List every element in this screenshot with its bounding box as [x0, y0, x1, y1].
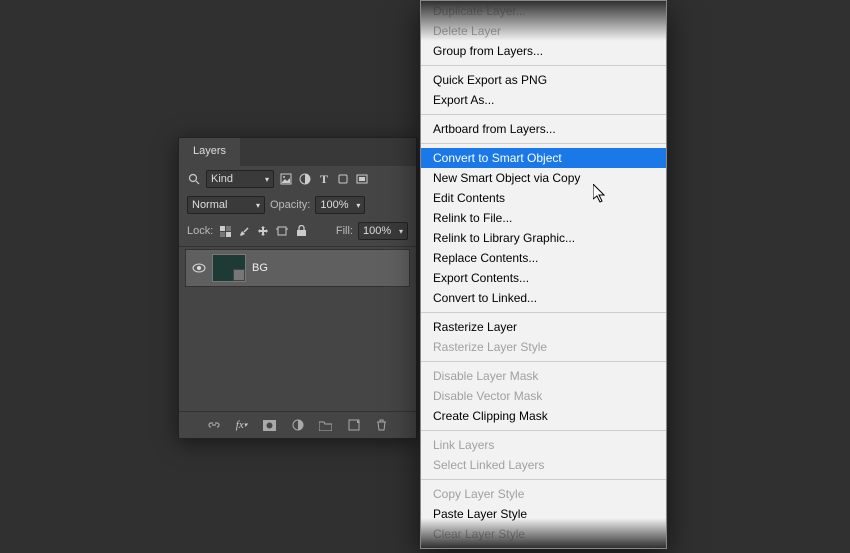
link-icon[interactable]: [207, 418, 221, 432]
filter-shape-icon[interactable]: [336, 172, 350, 186]
context-menu: Duplicate Layer...Delete LayerGroup from…: [420, 0, 667, 549]
menu-item-paste-layer-style[interactable]: Paste Layer Style: [421, 504, 666, 524]
layer-row[interactable]: BG: [185, 249, 410, 287]
lock-brush-icon[interactable]: [237, 224, 251, 238]
fx-icon[interactable]: fx▾: [235, 418, 249, 432]
filter-image-icon[interactable]: [279, 172, 293, 186]
menu-item-duplicate-layer: Duplicate Layer...: [421, 1, 666, 21]
menu-item-relink-to-file[interactable]: Relink to File...: [421, 208, 666, 228]
opacity-label: Opacity:: [270, 199, 310, 211]
lock-move-icon[interactable]: [256, 224, 270, 238]
menu-item-relink-to-library-graphic[interactable]: Relink to Library Graphic...: [421, 228, 666, 248]
tab-layers[interactable]: Layers: [179, 138, 240, 166]
lock-artboard-icon[interactable]: [275, 224, 289, 238]
adjustment-icon[interactable]: [291, 418, 305, 432]
menu-item-export-as[interactable]: Export As...: [421, 90, 666, 110]
menu-item-new-smart-object-via-copy[interactable]: New Smart Object via Copy: [421, 168, 666, 188]
menu-item-disable-vector-mask: Disable Vector Mask: [421, 386, 666, 406]
menu-item-clear-layer-style: Clear Layer Style: [421, 524, 666, 544]
trash-icon[interactable]: [375, 418, 389, 432]
menu-item-artboard-from-layers[interactable]: Artboard from Layers...: [421, 119, 666, 139]
menu-item-select-linked-layers: Select Linked Layers: [421, 455, 666, 475]
tab-bar: Layers: [179, 138, 416, 166]
search-icon: [187, 172, 201, 186]
menu-item-convert-to-linked[interactable]: Convert to Linked...: [421, 288, 666, 308]
filter-row: Kind▾ T: [179, 166, 416, 192]
fill-label: Fill:: [336, 225, 353, 237]
blend-mode-select[interactable]: Normal▾: [187, 196, 265, 214]
mask-icon[interactable]: [263, 418, 277, 432]
layer-thumbnail[interactable]: [212, 254, 246, 282]
filter-kind-select[interactable]: Kind▾: [206, 170, 274, 188]
layer-name[interactable]: BG: [252, 262, 268, 274]
lock-pixels-icon[interactable]: [218, 224, 232, 238]
lock-row: Lock: Fill: 100%▾: [179, 218, 416, 244]
new-layer-icon[interactable]: [347, 418, 361, 432]
blend-row: Normal▾ Opacity: 100%▾: [179, 192, 416, 218]
menu-item-create-clipping-mask[interactable]: Create Clipping Mask: [421, 406, 666, 426]
group-icon[interactable]: [319, 418, 333, 432]
filter-type-icon[interactable]: T: [317, 172, 331, 186]
lock-all-icon[interactable]: [294, 224, 308, 238]
filter-adjust-icon[interactable]: [298, 172, 312, 186]
menu-item-copy-layer-style: Copy Layer Style: [421, 484, 666, 504]
menu-item-rasterize-layer-style: Rasterize Layer Style: [421, 337, 666, 357]
menu-item-rasterize-layer[interactable]: Rasterize Layer: [421, 317, 666, 337]
fill-field[interactable]: 100%▾: [358, 222, 408, 240]
layers-panel: Layers Kind▾ T Normal▾ Opacity: 100%▾ Lo…: [178, 137, 417, 439]
menu-item-replace-contents[interactable]: Replace Contents...: [421, 248, 666, 268]
visibility-icon[interactable]: [192, 261, 206, 275]
menu-item-delete-layer: Delete Layer: [421, 21, 666, 41]
filter-smart-icon[interactable]: [355, 172, 369, 186]
lock-label: Lock:: [187, 225, 213, 237]
menu-item-edit-contents[interactable]: Edit Contents: [421, 188, 666, 208]
menu-item-export-contents[interactable]: Export Contents...: [421, 268, 666, 288]
menu-item-disable-layer-mask: Disable Layer Mask: [421, 366, 666, 386]
opacity-field[interactable]: 100%▾: [315, 196, 365, 214]
menu-item-convert-to-smart-object[interactable]: Convert to Smart Object: [421, 148, 666, 168]
menu-item-quick-export-as-png[interactable]: Quick Export as PNG: [421, 70, 666, 90]
menu-item-group-from-layers[interactable]: Group from Layers...: [421, 41, 666, 61]
menu-item-link-layers: Link Layers: [421, 435, 666, 455]
panel-footer: fx▾: [179, 411, 416, 438]
